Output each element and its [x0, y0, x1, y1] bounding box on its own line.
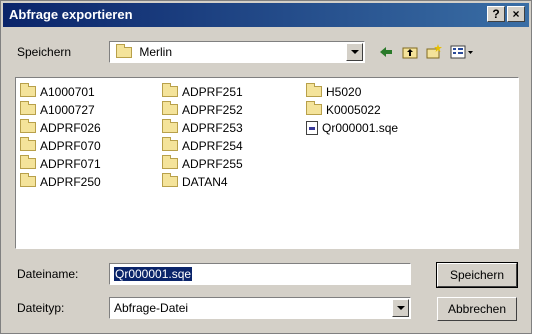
cancel-button[interactable]: Abbrechen [437, 297, 517, 321]
folder-icon [20, 155, 36, 170]
list-item[interactable]: Qr000001.sqe [306, 118, 446, 136]
window-title: Abfrage exportieren [9, 7, 133, 22]
folder-icon [306, 83, 322, 98]
folder-icon [20, 83, 36, 98]
file-column-3: H5020 K0005022 Qr000001.sqe [306, 82, 446, 136]
folder-icon [20, 119, 36, 134]
folder-icon [20, 101, 36, 116]
list-item[interactable]: ADPRF026 [20, 118, 160, 136]
save-in-value: Merlin [139, 45, 173, 59]
folder-icon [162, 137, 178, 152]
list-item[interactable]: ADPRF253 [162, 118, 302, 136]
folder-icon [20, 173, 36, 188]
filename-input[interactable]: Qr000001.sqe [109, 263, 411, 285]
list-item[interactable]: H5020 [306, 82, 446, 100]
list-item[interactable]: A1000701 [20, 82, 160, 100]
view-menu-icon[interactable] [449, 43, 475, 61]
folder-icon [162, 83, 178, 98]
list-item[interactable]: ADPRF252 [162, 100, 302, 118]
folder-icon [162, 101, 178, 116]
folder-icon [162, 155, 178, 170]
export-dialog: Abfrage exportieren ? × Speichern Merlin… [0, 0, 532, 334]
list-item[interactable]: ADPRF251 [162, 82, 302, 100]
file-column-1: A1000701 A1000727 ADPRF026 ADPRF070 ADPR… [20, 82, 160, 190]
chevron-down-icon[interactable] [346, 43, 363, 61]
list-item[interactable]: ADPRF250 [20, 172, 160, 190]
filetype-value: Abfrage-Datei [114, 301, 189, 315]
file-column-2: ADPRF251 ADPRF252 ADPRF253 ADPRF254 ADPR… [162, 82, 302, 190]
list-item[interactable]: ADPRF070 [20, 136, 160, 154]
file-list[interactable]: A1000701 A1000727 ADPRF026 ADPRF070 ADPR… [15, 77, 519, 249]
list-item[interactable]: ADPRF254 [162, 136, 302, 154]
save-button[interactable]: Speichern [436, 262, 518, 288]
document-icon [306, 120, 318, 135]
new-folder-icon[interactable] [425, 43, 443, 61]
close-button[interactable]: × [507, 6, 525, 22]
folder-icon [20, 137, 36, 152]
list-item[interactable]: ADPRF071 [20, 154, 160, 172]
title-bar: Abfrage exportieren ? × [3, 3, 529, 27]
save-in-label: Speichern [17, 45, 72, 59]
list-item[interactable]: A1000727 [20, 100, 160, 118]
filename-label: Dateiname: [17, 267, 79, 281]
help-button[interactable]: ? [487, 6, 505, 22]
folder-icon [162, 119, 178, 134]
list-item[interactable]: K0005022 [306, 100, 446, 118]
folder-icon [162, 173, 178, 188]
up-one-level-icon[interactable] [401, 43, 419, 61]
list-item[interactable]: ADPRF255 [162, 154, 302, 172]
folder-icon [116, 44, 132, 59]
filetype-dropdown[interactable]: Abfrage-Datei [109, 297, 411, 319]
chevron-down-icon[interactable] [392, 299, 409, 317]
filename-value: Qr000001.sqe [114, 267, 193, 281]
save-in-dropdown[interactable]: Merlin [109, 41, 365, 63]
folder-icon [306, 101, 322, 116]
back-arrow-icon[interactable] [377, 43, 395, 61]
list-item[interactable]: DATAN4 [162, 172, 302, 190]
filetype-label: Dateityp: [17, 301, 65, 315]
